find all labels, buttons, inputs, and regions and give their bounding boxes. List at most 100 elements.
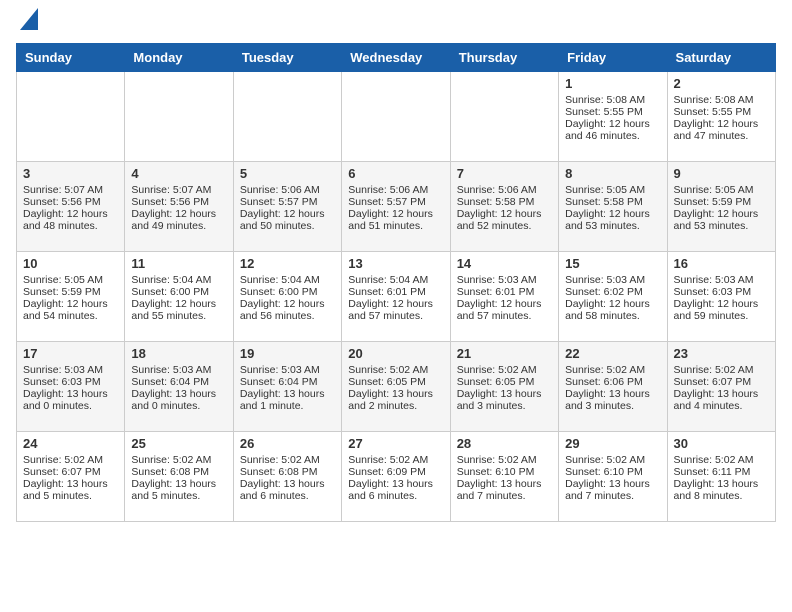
day-number: 6 bbox=[348, 166, 443, 181]
day-info-line: Sunrise: 5:02 AM bbox=[674, 364, 769, 376]
day-info-line: Sunrise: 5:07 AM bbox=[23, 184, 118, 196]
day-info-line: Daylight: 13 hours and 7 minutes. bbox=[457, 478, 552, 502]
calendar-week-row: 1Sunrise: 5:08 AMSunset: 5:55 PMDaylight… bbox=[17, 72, 776, 162]
day-info-line: Sunset: 6:01 PM bbox=[457, 286, 552, 298]
day-info-line: Daylight: 13 hours and 3 minutes. bbox=[457, 388, 552, 412]
day-info-line: Daylight: 12 hours and 47 minutes. bbox=[674, 118, 769, 142]
column-header-monday: Monday bbox=[125, 44, 233, 72]
day-info-line: Sunset: 5:56 PM bbox=[23, 196, 118, 208]
day-info-line: Sunset: 5:55 PM bbox=[565, 106, 660, 118]
calendar-cell: 18Sunrise: 5:03 AMSunset: 6:04 PMDayligh… bbox=[125, 342, 233, 432]
day-info-line: Sunrise: 5:04 AM bbox=[240, 274, 335, 286]
day-info-line: Daylight: 12 hours and 57 minutes. bbox=[457, 298, 552, 322]
day-number: 21 bbox=[457, 346, 552, 361]
day-info-line: Daylight: 12 hours and 57 minutes. bbox=[348, 298, 443, 322]
day-info-line: Daylight: 12 hours and 59 minutes. bbox=[674, 298, 769, 322]
day-number: 28 bbox=[457, 436, 552, 451]
day-info-line: Sunset: 6:05 PM bbox=[457, 376, 552, 388]
day-number: 14 bbox=[457, 256, 552, 271]
day-info-line: Sunset: 6:04 PM bbox=[131, 376, 226, 388]
day-info-line: Sunrise: 5:02 AM bbox=[348, 364, 443, 376]
calendar-cell: 12 Sunrise: 5:04 AMSunset: 6:00 PMDayligh… bbox=[233, 252, 341, 342]
calendar-cell: 27Sunrise: 5:02 AMSunset: 6:09 PMDayligh… bbox=[342, 432, 450, 522]
day-info-line: Sunset: 5:57 PM bbox=[240, 196, 335, 208]
day-info-line: Sunrise: 5:02 AM bbox=[565, 364, 660, 376]
day-number: 27 bbox=[348, 436, 443, 451]
day-number: 11 bbox=[131, 256, 226, 271]
day-info-line: Sunrise: 5:02 AM bbox=[457, 454, 552, 466]
day-info-line: Sunrise: 5:08 AM bbox=[565, 94, 660, 106]
day-info-line: Sunrise: 5:05 AM bbox=[674, 184, 769, 196]
day-info-line: Sunset: 6:03 PM bbox=[23, 376, 118, 388]
day-info-line: Sunrise: 5:06 AM bbox=[348, 184, 443, 196]
calendar-cell: 5Sunrise: 5:06 AMSunset: 5:57 PMDaylight… bbox=[233, 162, 341, 252]
day-info-line: Daylight: 12 hours and 51 minutes. bbox=[348, 208, 443, 232]
day-info-line: Sunset: 5:56 PM bbox=[131, 196, 226, 208]
calendar-cell: 15Sunrise: 5:03 AMSunset: 6:02 PMDayligh… bbox=[559, 252, 667, 342]
day-info-line: Sunrise: 5:04 AM bbox=[348, 274, 443, 286]
day-info-line: Sunset: 6:02 PM bbox=[565, 286, 660, 298]
day-info-line: Sunset: 6:11 PM bbox=[674, 466, 769, 478]
day-number: 29 bbox=[565, 436, 660, 451]
day-info-line: Daylight: 12 hours and 56 minutes. bbox=[240, 298, 335, 322]
day-info-line: Sunset: 6:10 PM bbox=[457, 466, 552, 478]
calendar-cell: 4Sunrise: 5:07 AMSunset: 5:56 PMDaylight… bbox=[125, 162, 233, 252]
logo-triangle-icon bbox=[20, 8, 38, 30]
calendar-cell: 28 Sunrise: 5:02 AMSunset: 6:10 PMDayligh… bbox=[450, 432, 558, 522]
calendar-cell: 16Sunrise: 5:03 AMSunset: 6:03 PMDayligh… bbox=[667, 252, 775, 342]
day-number: 24 bbox=[23, 436, 118, 451]
calendar-cell: 22Sunrise: 5:02 AMSunset: 6:06 PMDayligh… bbox=[559, 342, 667, 432]
day-info-line: Sunrise: 5:02 AM bbox=[457, 364, 552, 376]
day-info-line: Sunrise: 5:07 AM bbox=[131, 184, 226, 196]
day-number: 22 bbox=[565, 346, 660, 361]
calendar-week-row: 24Sunrise: 5:02 AMSunset: 6:07 PMDayligh… bbox=[17, 432, 776, 522]
calendar-cell: 30 Sunrise: 5:02 AMSunset: 6:11 PMDayligh… bbox=[667, 432, 775, 522]
day-info-line: Sunrise: 5:03 AM bbox=[674, 274, 769, 286]
day-info-line: Sunset: 6:10 PM bbox=[565, 466, 660, 478]
day-info-line: Sunset: 6:04 PM bbox=[240, 376, 335, 388]
day-info-line: Daylight: 12 hours and 58 minutes. bbox=[565, 298, 660, 322]
day-info-line: Sunset: 6:06 PM bbox=[565, 376, 660, 388]
calendar-cell: 14Sunrise: 5:03 AMSunset: 6:01 PMDayligh… bbox=[450, 252, 558, 342]
day-number: 17 bbox=[23, 346, 118, 361]
day-info-line: Daylight: 12 hours and 48 minutes. bbox=[23, 208, 118, 232]
calendar-cell: 13Sunrise: 5:04 AMSunset: 6:01 PMDayligh… bbox=[342, 252, 450, 342]
day-info-line: Sunrise: 5:03 AM bbox=[240, 364, 335, 376]
calendar-cell bbox=[17, 72, 125, 162]
day-info-line: Sunset: 6:07 PM bbox=[674, 376, 769, 388]
day-info-line: Sunrise: 5:03 AM bbox=[565, 274, 660, 286]
day-info-line: Sunset: 6:09 PM bbox=[348, 466, 443, 478]
day-info-line: Sunrise: 5:06 AM bbox=[457, 184, 552, 196]
column-header-friday: Friday bbox=[559, 44, 667, 72]
day-number: 13 bbox=[348, 256, 443, 271]
day-number: 10 bbox=[23, 256, 118, 271]
day-info-line: Daylight: 13 hours and 8 minutes. bbox=[674, 478, 769, 502]
day-info-line: Daylight: 12 hours and 49 minutes. bbox=[131, 208, 226, 232]
calendar-cell bbox=[342, 72, 450, 162]
day-info-line: Sunrise: 5:02 AM bbox=[348, 454, 443, 466]
column-header-wednesday: Wednesday bbox=[342, 44, 450, 72]
calendar-cell: 24Sunrise: 5:02 AMSunset: 6:07 PMDayligh… bbox=[17, 432, 125, 522]
calendar-cell: 1Sunrise: 5:08 AMSunset: 5:55 PMDaylight… bbox=[559, 72, 667, 162]
day-number: 26 bbox=[240, 436, 335, 451]
day-info-line: Daylight: 12 hours and 55 minutes. bbox=[131, 298, 226, 322]
logo bbox=[16, 16, 38, 35]
day-info-line: Sunset: 5:58 PM bbox=[565, 196, 660, 208]
calendar-table: SundayMondayTuesdayWednesdayThursdayFrid… bbox=[16, 43, 776, 522]
day-info-line: Sunset: 6:00 PM bbox=[240, 286, 335, 298]
calendar-cell: 7Sunrise: 5:06 AMSunset: 5:58 PMDaylight… bbox=[450, 162, 558, 252]
calendar-cell: 9Sunrise: 5:05 AMSunset: 5:59 PMDaylight… bbox=[667, 162, 775, 252]
day-info-line: Daylight: 13 hours and 2 minutes. bbox=[348, 388, 443, 412]
calendar-cell: 19Sunrise: 5:03 AMSunset: 6:04 PMDayligh… bbox=[233, 342, 341, 432]
day-info-line: Sunrise: 5:02 AM bbox=[565, 454, 660, 466]
calendar-cell: 2Sunrise: 5:08 AMSunset: 5:55 PMDaylight… bbox=[667, 72, 775, 162]
day-number: 19 bbox=[240, 346, 335, 361]
calendar-cell: 20Sunrise: 5:02 AMSunset: 6:05 PMDayligh… bbox=[342, 342, 450, 432]
day-info-line: Sunrise: 5:05 AM bbox=[23, 274, 118, 286]
day-number: 12 bbox=[240, 256, 335, 271]
day-number: 30 bbox=[674, 436, 769, 451]
day-info-line: Sunrise: 5:02 AM bbox=[674, 454, 769, 466]
column-header-thursday: Thursday bbox=[450, 44, 558, 72]
calendar-cell: 6Sunrise: 5:06 AMSunset: 5:57 PMDaylight… bbox=[342, 162, 450, 252]
day-number: 7 bbox=[457, 166, 552, 181]
